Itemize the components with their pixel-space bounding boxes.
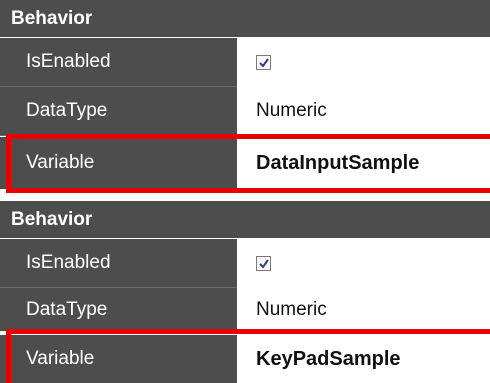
variable-highlight-box bbox=[6, 329, 490, 383]
property-row-isenabled: IsEnabled bbox=[0, 239, 490, 287]
checkmark-icon bbox=[259, 258, 269, 269]
property-row-datatype: DataType Numeric bbox=[0, 87, 490, 135]
property-value bbox=[238, 239, 490, 287]
behavior-section-header: Behavior bbox=[0, 0, 490, 37]
datatype-value[interactable]: Numeric bbox=[238, 288, 490, 331]
property-row-datatype: DataType Numeric bbox=[0, 288, 490, 331]
checkmark-icon bbox=[259, 57, 269, 68]
isenabled-checkbox[interactable] bbox=[256, 255, 271, 271]
property-value bbox=[238, 38, 490, 86]
datatype-value[interactable]: Numeric bbox=[238, 87, 490, 135]
property-label: DataType bbox=[0, 288, 237, 331]
behavior-section-header: Behavior bbox=[0, 201, 490, 238]
property-row-isenabled: IsEnabled bbox=[0, 38, 490, 86]
isenabled-checkbox[interactable] bbox=[256, 54, 271, 70]
variable-highlight-box bbox=[6, 134, 490, 193]
property-label: DataType bbox=[0, 87, 237, 135]
property-label: IsEnabled bbox=[0, 38, 237, 86]
property-label: IsEnabled bbox=[0, 239, 237, 287]
